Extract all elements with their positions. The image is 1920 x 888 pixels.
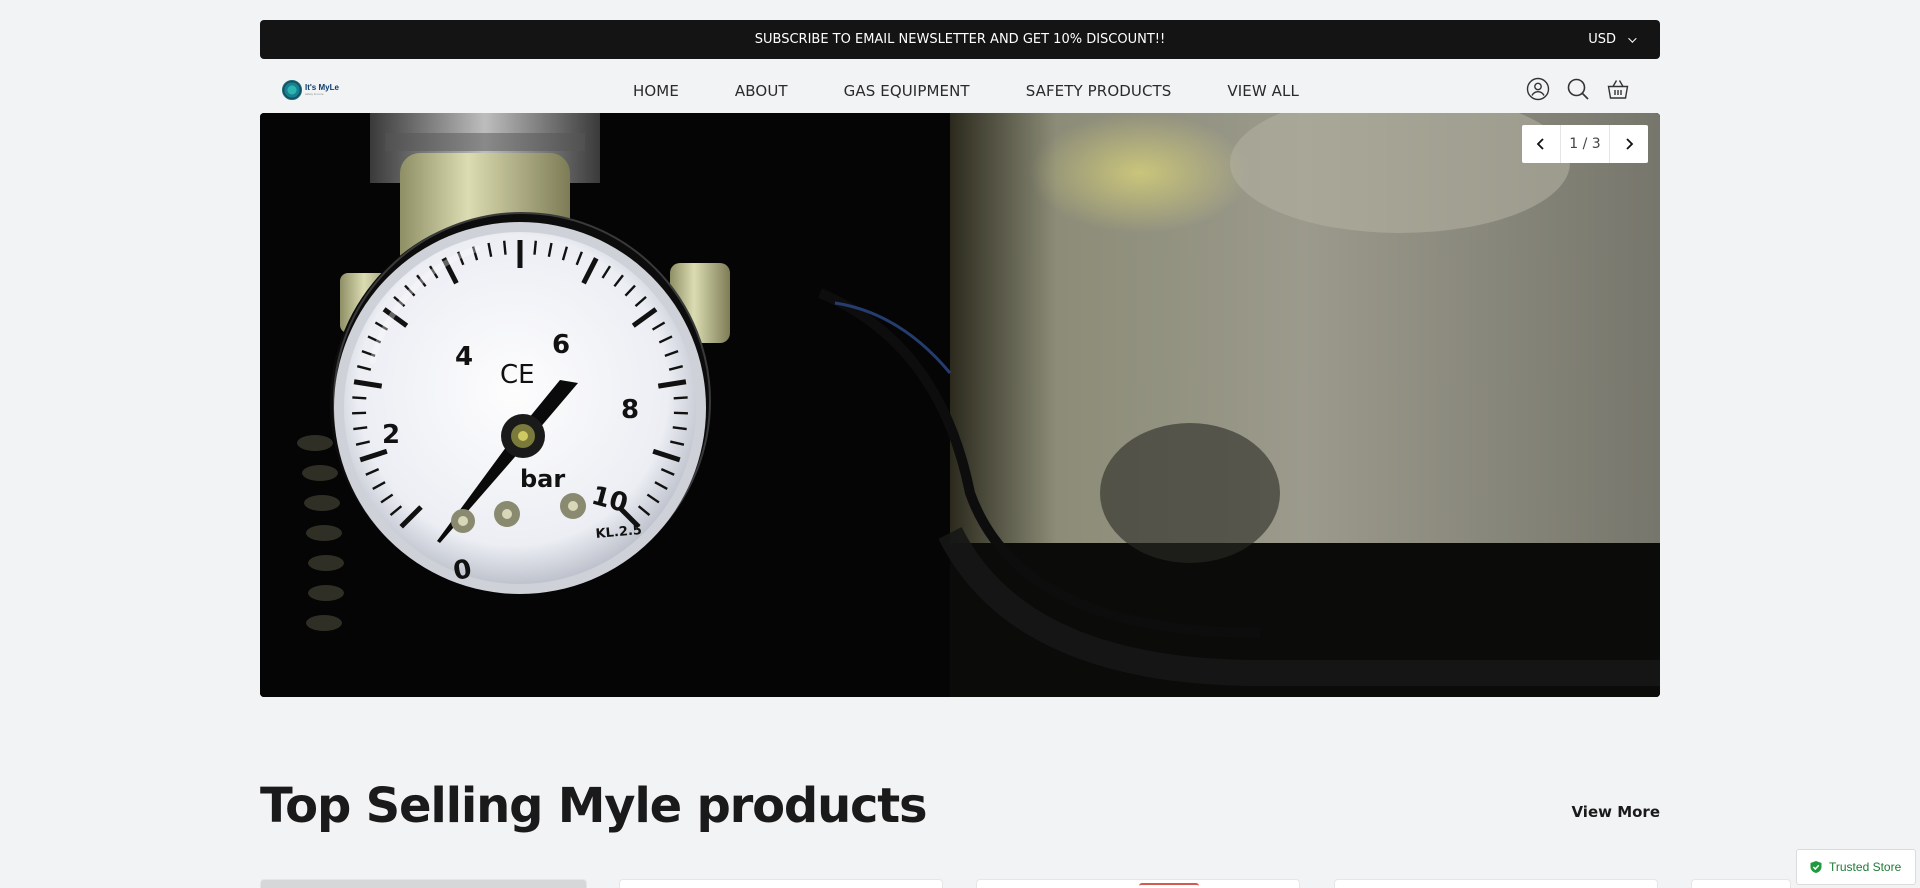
product-image-edge [1139,883,1199,886]
prev-slide-button[interactable] [1522,125,1560,163]
search-icon[interactable] [1566,77,1590,101]
cart-icon[interactable] [1606,77,1630,101]
nav-item-safety-products[interactable]: SAFETY PRODUCTS [1026,82,1172,100]
site-header: It's MyLe safety & more HOME ABOUT GAS E… [260,72,1660,110]
pressure-gauge-image: 0 2 4 6 8 10 CE bar KL.2.5 [260,113,1660,697]
product-card[interactable] [619,879,943,888]
currency-selector[interactable]: USD [1588,20,1637,59]
gauge-tick [533,240,538,255]
announcement-text: SUBSCRIBE TO EMAIL NEWSLETTER AND GET 10… [754,32,1166,47]
next-slide-button[interactable] [1610,125,1648,163]
gauge-label-6: 6 [552,330,570,360]
gauge-label-2: 2 [382,420,400,450]
trusted-store-badge[interactable]: Trusted Store [1796,849,1916,885]
chevron-left-icon [1536,138,1544,150]
logo-line1: It's MyLe [305,83,339,92]
gauge-label-4: 4 [455,342,473,372]
gauge-tick [352,396,367,400]
hero-slideshow[interactable]: 0 2 4 6 8 10 CE bar KL.2.5 1 / 3 [260,113,1660,697]
gauge-tick [502,240,507,255]
nav-item-gas-equipment[interactable]: GAS EQUIPMENT [844,82,970,100]
section-title: Top Selling Myle products [260,778,928,834]
shield-check-icon [1810,861,1822,873]
logo-text: It's MyLe safety & more [305,84,339,96]
logo-line2: safety & more [305,92,324,96]
product-card[interactable] [1334,879,1658,888]
product-card[interactable] [260,879,587,888]
gauge-tick [673,396,688,400]
view-more-link[interactable]: View More [1571,803,1660,821]
gauge-ce-mark: CE [500,360,535,390]
trusted-store-text: Trusted Store [1829,860,1902,874]
slide-controls: 1 / 3 [1522,125,1648,163]
nav-item-view-all[interactable]: VIEW ALL [1227,82,1299,100]
gauge-unit: bar [520,465,565,493]
nav-item-home[interactable]: HOME [633,82,679,100]
currency-value: USD [1588,32,1616,47]
header-icons [1526,77,1630,101]
gauge-label-8: 8 [621,395,639,425]
announcement-bar: SUBSCRIBE TO EMAIL NEWSLETTER AND GET 10… [260,20,1660,59]
product-card[interactable] [1691,879,1791,888]
chevron-down-icon [1628,33,1637,43]
main-nav: HOME ABOUT GAS EQUIPMENT SAFETY PRODUCTS… [260,72,1660,110]
slide-counter: 1 / 3 [1560,125,1610,163]
account-icon[interactable] [1526,77,1550,101]
product-card[interactable] [976,879,1300,888]
logo[interactable]: It's MyLe safety & more [282,80,339,100]
nav-item-about[interactable]: ABOUT [735,82,788,100]
chevron-right-icon [1626,138,1634,150]
logo-mark-icon [282,80,302,100]
